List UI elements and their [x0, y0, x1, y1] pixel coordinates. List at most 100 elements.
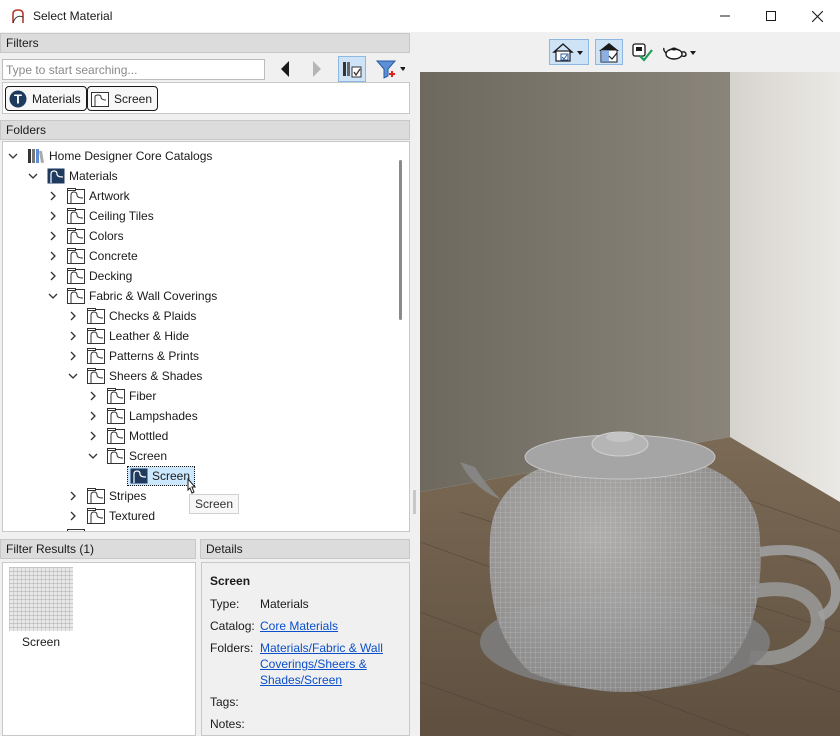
back-button[interactable]: [276, 58, 294, 80]
result-item-label: Screen: [22, 635, 61, 649]
details-folders-link[interactable]: Materials/Fabric & Wall Coverings/Sheers…: [260, 640, 383, 688]
chevron-right-icon[interactable]: [47, 530, 59, 531]
tree-item[interactable]: Leather & Hide: [67, 326, 189, 346]
tree-item[interactable]: Fabric & Wall Coverings: [47, 286, 217, 306]
tree-item[interactable]: Artwork: [47, 186, 130, 206]
tree-item-label: Concrete: [89, 249, 138, 263]
details-type-value: Materials: [260, 597, 309, 611]
chevron-right-icon[interactable]: [87, 430, 99, 442]
tree-item-content: Lampshades: [107, 408, 198, 424]
material-folder-icon: [87, 508, 105, 524]
tree-item[interactable]: Colors: [47, 226, 124, 246]
filter-chip-bar: T Materials Screen: [2, 82, 410, 114]
filter-chip-screen[interactable]: Screen: [87, 86, 159, 111]
material-check-button[interactable]: [628, 39, 656, 65]
chevron-down-icon[interactable]: [27, 170, 39, 182]
library-filter-toggle[interactable]: [338, 56, 366, 82]
chevron-down-icon[interactable]: [47, 290, 59, 302]
details-catalog-link[interactable]: Core Materials: [260, 618, 338, 634]
tree-scrollbar[interactable]: [399, 160, 402, 320]
details-catalog-label: Catalog:: [210, 619, 255, 633]
tree-item-content: Patterns & Prints: [87, 348, 199, 364]
material-item-icon: [130, 468, 148, 484]
tree-item[interactable]: Textured: [67, 506, 155, 526]
svg-text:T: T: [14, 91, 22, 106]
details-header: Details: [200, 539, 410, 559]
filter-chip-label: Screen: [114, 91, 153, 106]
chevron-right-icon[interactable]: [67, 490, 79, 502]
chevron-right-icon[interactable]: [47, 230, 59, 242]
material-folder-icon: [107, 408, 125, 424]
tree-item[interactable]: Screen: [107, 466, 196, 486]
materials-t-icon: T: [9, 90, 27, 108]
chevron-right-icon[interactable]: [47, 250, 59, 262]
preview-object-dropdown[interactable]: [660, 39, 700, 65]
tree-item[interactable]: Mottled: [87, 426, 168, 446]
tree-item-content: Leather & Hide: [87, 328, 189, 344]
minimize-button[interactable]: [702, 0, 748, 32]
tree-item[interactable]: Lampshades: [87, 406, 198, 426]
material-folder-icon: [67, 188, 85, 204]
splitter-grip[interactable]: [413, 490, 416, 514]
chevron-right-icon[interactable]: [87, 390, 99, 402]
chevron-right-icon[interactable]: [67, 310, 79, 322]
details-folders-label: Folders:: [210, 641, 254, 655]
tree-item[interactable]: Materials: [27, 166, 118, 186]
chevron-right-icon[interactable]: [47, 210, 59, 222]
minimize-icon: [720, 15, 730, 17]
details-name: Screen: [210, 574, 251, 588]
tree-item-content: Home Designer Core Catalogs: [27, 148, 212, 164]
tree-item-label: Textured: [109, 509, 156, 523]
chevron-down-icon[interactable]: [87, 450, 99, 462]
chevron-right-icon[interactable]: [47, 270, 59, 282]
tree-item-content: Artwork: [67, 188, 130, 204]
material-folder-icon: [67, 248, 85, 264]
material-check-icon: [632, 43, 653, 62]
tree-item[interactable]: Fiber: [87, 386, 156, 406]
forward-button[interactable]: [308, 58, 326, 80]
folders-path-line: Materials/Fabric & Wall: [260, 641, 383, 655]
tree-item-content: Fabric & Wall Coverings: [67, 288, 217, 304]
chevron-down-icon[interactable]: [7, 150, 19, 162]
room-preview-toggle[interactable]: [595, 39, 623, 65]
tree-item[interactable]: Sheers & Shades: [67, 366, 202, 386]
filter-chip-materials[interactable]: T Materials: [5, 86, 87, 111]
maximize-button[interactable]: [748, 0, 794, 32]
tree-item-label: Materials: [69, 169, 118, 183]
tree-item[interactable]: Ceiling Tiles: [47, 206, 154, 226]
render-mode-dropdown[interactable]: [549, 39, 589, 65]
tree-item-content: Stripes: [87, 488, 146, 504]
window-title: Select Material: [33, 9, 113, 23]
tree-item[interactable]: Checks & Plaids: [67, 306, 196, 326]
tree-item[interactable]: Home Designer Core Catalogs: [7, 146, 212, 166]
tree-item-label: Checks & Plaids: [109, 309, 197, 323]
details-notes-label: Notes:: [210, 717, 245, 731]
tree-item-clipped[interactable]: [47, 526, 89, 531]
chevron-right-icon[interactable]: [67, 350, 79, 362]
chevron-right-icon[interactable]: [67, 330, 79, 342]
tree-item[interactable]: Decking: [47, 266, 132, 286]
tree-item-content: Decking: [67, 268, 132, 284]
tree-item-content: Checks & Plaids: [87, 308, 196, 324]
folders-path-line: Coverings/Sheers &: [260, 657, 367, 671]
tree-item-label: Ceiling Tiles: [89, 209, 154, 223]
folder-tree[interactable]: Home Designer Core Catalogs Materials Artw…: [2, 141, 410, 532]
tree-item[interactable]: Patterns & Prints: [67, 346, 199, 366]
tree-item[interactable]: Screen: [87, 446, 167, 466]
chevron-right-icon[interactable]: [67, 510, 79, 522]
close-button[interactable]: [794, 0, 840, 32]
chevron-right-icon[interactable]: [47, 190, 59, 202]
chevron-right-icon[interactable]: [87, 410, 99, 422]
tree-item-content: Textured: [87, 508, 155, 524]
filter-menu-button[interactable]: [372, 56, 408, 82]
tree-item[interactable]: Concrete: [47, 246, 138, 266]
search-input[interactable]: [2, 59, 265, 80]
filter-results-panel: Screen: [2, 562, 196, 736]
chevron-down-icon[interactable]: [67, 370, 79, 382]
tree-item-label: Patterns & Prints: [109, 349, 200, 363]
material-preview-viewport[interactable]: [420, 72, 840, 736]
material-folder-icon: [107, 448, 125, 464]
preview-toolbar: [412, 32, 840, 72]
tree-item[interactable]: Stripes: [67, 486, 146, 506]
